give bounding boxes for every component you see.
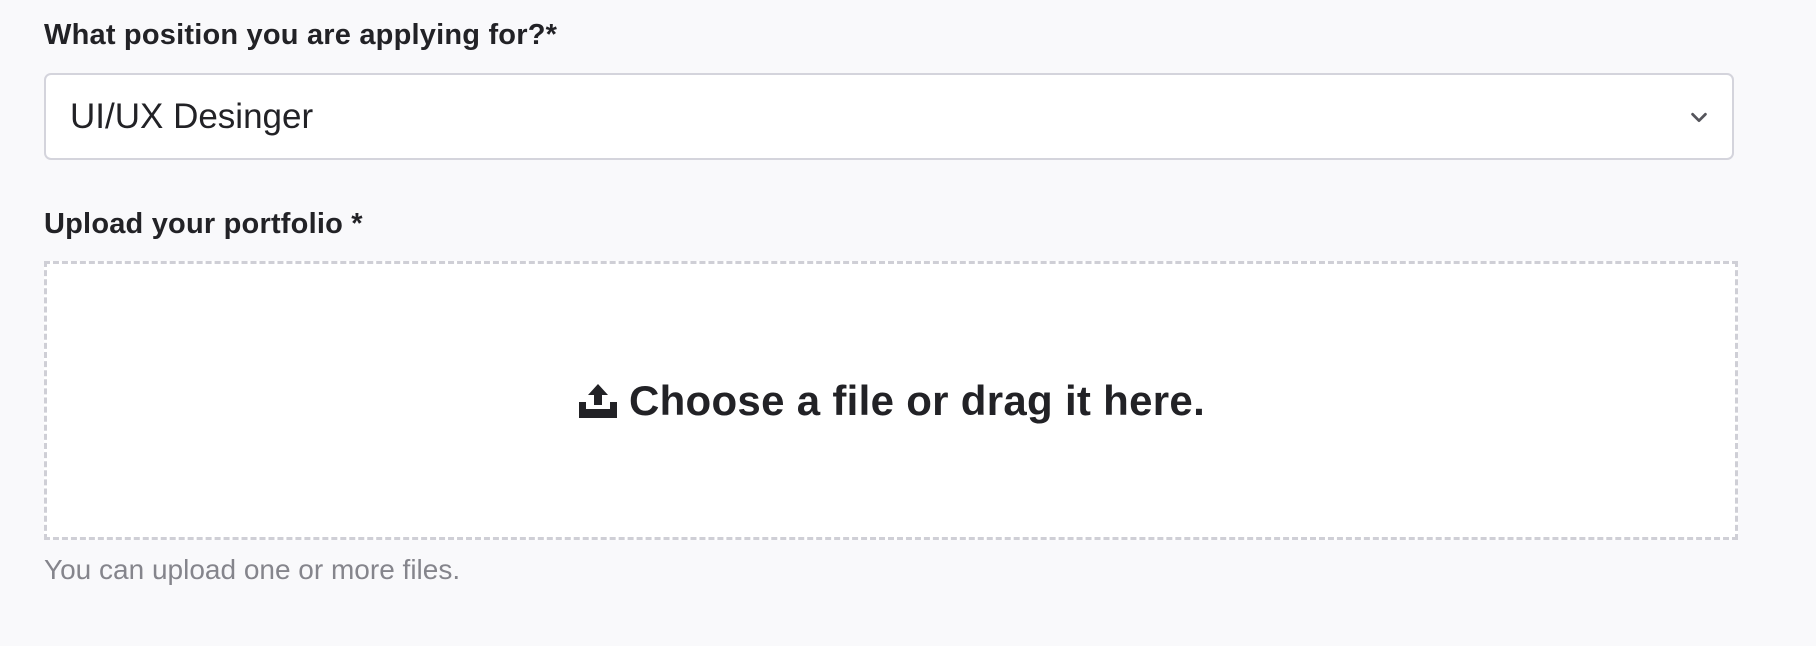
position-selected-value: UI/UX Desinger <box>70 96 314 136</box>
upload-label: Upload your portfolio * <box>44 208 363 240</box>
position-select[interactable]: UI/UX Desinger <box>44 73 1734 160</box>
upload-icon <box>578 383 617 418</box>
file-dropzone[interactable]: Choose a file or drag it here. <box>44 261 1738 540</box>
position-label: What position you are applying for?* <box>44 19 558 51</box>
dropzone-text: Choose a file or drag it here. <box>628 376 1206 424</box>
chevron-down-icon <box>1691 112 1707 122</box>
dropzone-content: Choose a file or drag it here. <box>47 377 1735 425</box>
upload-helper-text: You can upload one or more files. <box>44 554 461 585</box>
